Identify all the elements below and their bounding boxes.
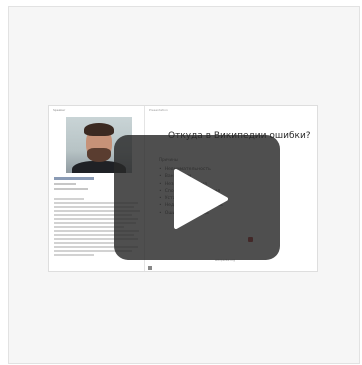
speaker-beard (87, 148, 111, 162)
notes-row (54, 254, 94, 256)
slide-panel-title: Presentation (149, 108, 168, 112)
speaker-hair (84, 123, 114, 136)
play-button[interactable] (114, 135, 280, 260)
notes-row (54, 198, 84, 200)
meta-line (54, 183, 76, 185)
notes-row (54, 242, 114, 244)
video-thumbnail-frame[interactable]: Speaker Presentation ошибки? • • • • • •… (8, 6, 360, 364)
speaker-name-line (54, 177, 94, 180)
meta-line (54, 188, 88, 190)
play-icon (174, 169, 228, 229)
speaker-panel-title: Speaker (53, 108, 66, 112)
